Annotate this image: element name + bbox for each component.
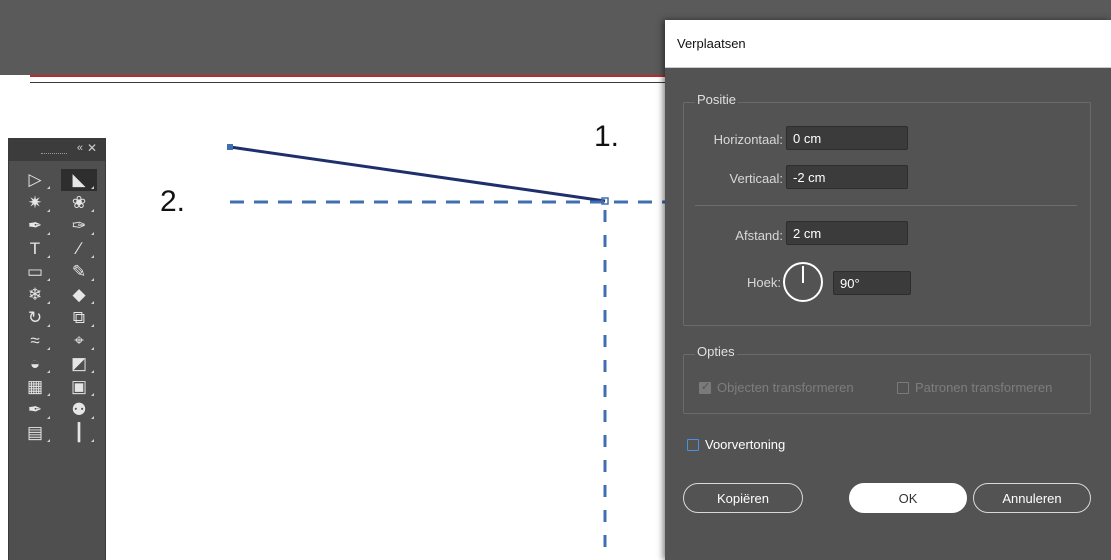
position-divider bbox=[695, 205, 1077, 206]
selection-tool-icon[interactable]: ▷ bbox=[17, 169, 53, 191]
curvature-tool-icon[interactable]: ✑ bbox=[61, 215, 97, 237]
scale-tool-icon[interactable]: ⧉ bbox=[61, 307, 97, 329]
vertical-label: Verticaal: bbox=[729, 171, 783, 186]
annotation-one: 1. bbox=[594, 120, 620, 153]
illustrator-workspace: 1. 2. « ✕ ▷ ◣ ✷ ❀ ✒ ✑ T ∕ ▭ ✎ ❄ ◆ ↻ ⧉ ≈ ⌖ ◒ ◩ ▦ ▣ ✒ ⚉ ▤ ┃ Verpl… bbox=[0, 0, 1111, 560]
tool-flyout-indicator bbox=[47, 278, 50, 281]
transform-patterns-label: Patronen transformeren bbox=[915, 380, 1053, 395]
angle-label: Hoek: bbox=[747, 275, 781, 290]
tool-flyout-indicator bbox=[47, 370, 50, 373]
tool-flyout-indicator bbox=[91, 324, 94, 327]
rotate-tool-icon[interactable]: ↻ bbox=[17, 307, 53, 329]
tool-grid: ▷ ◣ ✷ ❀ ✒ ✑ T ∕ ▭ ✎ ❄ ◆ ↻ ⧉ ≈ ⌖ ◒ ◩ ▦ ▣ ✒ ⚉ ▤ ┃ bbox=[9, 161, 105, 445]
tools-panel-header[interactable]: « ✕ bbox=[9, 139, 105, 161]
tool-flyout-indicator bbox=[47, 324, 50, 327]
tool-flyout-indicator bbox=[47, 301, 50, 304]
close-icon[interactable]: ✕ bbox=[87, 141, 97, 155]
preview-checkbox[interactable] bbox=[687, 439, 699, 451]
tool-flyout-indicator bbox=[91, 439, 94, 442]
options-group-label: Opties bbox=[695, 344, 737, 359]
ok-button[interactable]: OK bbox=[849, 483, 967, 513]
tool-flyout-indicator bbox=[91, 393, 94, 396]
symbol-sprayer-tool-icon[interactable]: ▤ bbox=[17, 422, 53, 444]
angle-dial-icon[interactable] bbox=[783, 262, 823, 302]
column-graph-tool-icon[interactable]: ┃ bbox=[61, 422, 97, 444]
horizontal-field[interactable]: 0 cm bbox=[786, 126, 908, 150]
paintbrush-tool-icon[interactable]: ✎ bbox=[61, 261, 97, 283]
horizontal-label: Horizontaal: bbox=[713, 132, 783, 147]
gradient-tool-icon[interactable]: ▣ bbox=[61, 376, 97, 398]
tool-flyout-indicator bbox=[47, 232, 50, 235]
preview-label: Voorvertoning bbox=[705, 437, 786, 452]
panel-grip[interactable] bbox=[41, 153, 67, 156]
cancel-button[interactable]: Annuleren bbox=[973, 483, 1091, 513]
tool-flyout-indicator bbox=[91, 186, 94, 189]
transform-objects-label: Objecten transformeren bbox=[717, 380, 854, 395]
line-segment-tool-icon[interactable]: ∕ bbox=[61, 238, 97, 260]
pen-tool-icon[interactable]: ✒ bbox=[17, 215, 53, 237]
tool-flyout-indicator bbox=[47, 416, 50, 419]
tool-flyout-indicator bbox=[47, 439, 50, 442]
eyedropper-tool-icon[interactable]: ✒ bbox=[17, 399, 53, 421]
tool-flyout-indicator bbox=[91, 416, 94, 419]
width-tool-icon[interactable]: ≈ bbox=[17, 330, 53, 352]
transform-patterns-checkbox[interactable] bbox=[897, 382, 909, 394]
tools-panel: « ✕ ▷ ◣ ✷ ❀ ✒ ✑ T ∕ ▭ ✎ ❄ ◆ ↻ ⧉ ≈ ⌖ ◒ ◩ ▦ ▣ ✒ ⚉ ▤ ┃ bbox=[8, 138, 106, 560]
tool-flyout-indicator bbox=[47, 255, 50, 258]
annotation-two: 2. bbox=[160, 185, 186, 218]
rectangle-tool-icon[interactable]: ▭ bbox=[17, 261, 53, 283]
vertical-field[interactable]: -2 cm bbox=[786, 165, 908, 189]
tool-flyout-indicator bbox=[91, 278, 94, 281]
shaper-tool-icon[interactable]: ❄ bbox=[17, 284, 53, 306]
tool-flyout-indicator bbox=[91, 209, 94, 212]
type-tool-icon[interactable]: T bbox=[17, 238, 53, 260]
tool-flyout-indicator bbox=[47, 209, 50, 212]
perspective-grid-tool-icon[interactable]: ◩ bbox=[61, 353, 97, 375]
tool-flyout-indicator bbox=[91, 232, 94, 235]
move-dialog: Verplaatsen Positie Horizontaal: 0 cm Ve… bbox=[665, 20, 1111, 560]
tool-flyout-indicator bbox=[91, 301, 94, 304]
free-transform-tool-icon[interactable]: ⌖ bbox=[61, 330, 97, 352]
shape-builder-tool-icon[interactable]: ◒ bbox=[17, 353, 53, 375]
tool-flyout-indicator bbox=[91, 347, 94, 350]
magic-wand-tool-icon[interactable]: ✷ bbox=[17, 192, 53, 214]
dialog-title: Verplaatsen bbox=[665, 20, 1111, 68]
distance-field[interactable]: 2 cm bbox=[786, 221, 908, 245]
blend-tool-icon[interactable]: ⚉ bbox=[61, 399, 97, 421]
transform-objects-checkbox[interactable] bbox=[699, 380, 711, 394]
tool-flyout-indicator bbox=[91, 255, 94, 258]
selected-path[interactable] bbox=[229, 145, 606, 203]
anchor-point-start[interactable] bbox=[227, 144, 233, 150]
tool-flyout-indicator bbox=[47, 393, 50, 396]
tool-flyout-indicator bbox=[91, 370, 94, 373]
position-group-label: Positie bbox=[695, 92, 739, 107]
tool-flyout-indicator bbox=[47, 347, 50, 350]
angle-field[interactable]: 90° bbox=[833, 271, 911, 295]
tool-flyout-indicator bbox=[47, 186, 50, 189]
eraser-tool-icon[interactable]: ◆ bbox=[61, 284, 97, 306]
direct-selection-tool-icon[interactable]: ◣ bbox=[61, 169, 97, 191]
distance-label: Afstand: bbox=[735, 228, 783, 243]
mesh-tool-icon[interactable]: ▦ bbox=[17, 376, 53, 398]
collapse-icon[interactable]: « bbox=[77, 142, 83, 154]
copy-button[interactable]: Kopiëren bbox=[683, 483, 803, 513]
lasso-tool-icon[interactable]: ❀ bbox=[61, 192, 97, 214]
